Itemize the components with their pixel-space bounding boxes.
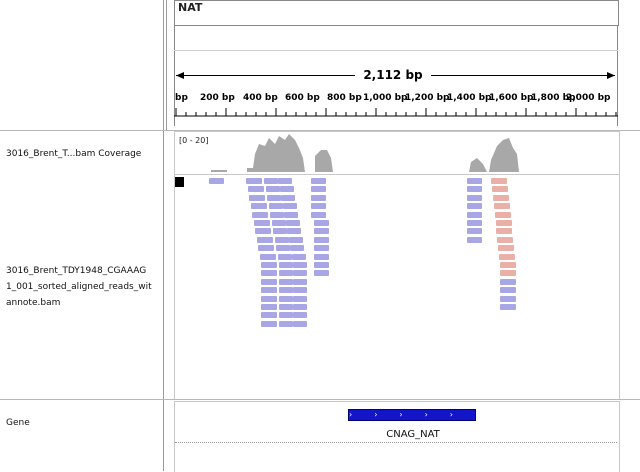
aligned-read[interactable] [314, 237, 329, 243]
aligned-read[interactable] [314, 270, 329, 276]
aligned-read[interactable] [261, 270, 277, 276]
aligned-read[interactable] [249, 195, 265, 201]
aligned-read[interactable] [270, 212, 284, 218]
aligned-read[interactable] [493, 195, 509, 201]
aligned-read[interactable] [251, 203, 267, 209]
aligned-read[interactable] [279, 304, 293, 310]
aligned-read[interactable] [467, 212, 482, 218]
aligned-read[interactable] [311, 203, 326, 209]
aligned-read[interactable] [497, 237, 513, 243]
aligned-read[interactable] [264, 178, 278, 184]
aligned-read[interactable] [279, 262, 293, 268]
aligned-read[interactable] [273, 228, 287, 234]
aligned-read[interactable] [254, 220, 270, 226]
gene-feature-cnag-nat[interactable]: ››››› [348, 409, 476, 421]
aligned-read[interactable] [261, 312, 277, 318]
aligned-read[interactable] [279, 312, 293, 318]
aligned-read[interactable] [293, 304, 307, 310]
aligned-read[interactable] [500, 279, 516, 285]
aligned-read[interactable] [314, 228, 329, 234]
aligned-read[interactable] [287, 228, 301, 234]
aligned-read[interactable] [311, 178, 326, 184]
aligned-read[interactable] [311, 195, 326, 201]
aligned-read[interactable] [248, 186, 264, 192]
aligned-read[interactable] [467, 178, 482, 184]
aligned-read[interactable] [314, 220, 329, 226]
gene-feature-label: CNAG_NAT [386, 429, 440, 440]
aligned-read[interactable] [491, 178, 507, 184]
aligned-read[interactable] [494, 203, 510, 209]
aligned-read[interactable] [286, 220, 300, 226]
aligned-read[interactable] [293, 312, 307, 318]
aligned-read[interactable] [500, 304, 516, 310]
aligned-read[interactable] [255, 228, 271, 234]
aligned-read[interactable] [266, 186, 280, 192]
aligned-read[interactable] [293, 321, 307, 327]
aligned-read[interactable] [496, 228, 512, 234]
aligned-read[interactable] [467, 237, 482, 243]
aligned-read[interactable] [467, 195, 482, 201]
aligned-read[interactable] [314, 254, 329, 260]
aligned-read[interactable] [283, 203, 297, 209]
aligned-read[interactable] [311, 212, 326, 218]
aligned-read[interactable] [260, 254, 276, 260]
aligned-read[interactable] [209, 178, 224, 184]
aligned-read[interactable] [314, 262, 329, 268]
aligned-read[interactable] [279, 321, 293, 327]
aligned-read[interactable] [467, 228, 482, 234]
aligned-read[interactable] [272, 220, 286, 226]
aligned-read[interactable] [278, 178, 292, 184]
aligned-read[interactable] [492, 186, 508, 192]
aligned-read[interactable] [281, 195, 295, 201]
aligned-read[interactable] [467, 220, 482, 226]
aligned-read[interactable] [261, 321, 277, 327]
aligned-read[interactable] [276, 245, 290, 251]
aligned-read[interactable] [293, 270, 307, 276]
aligned-read[interactable] [500, 270, 516, 276]
aligned-read[interactable] [279, 296, 293, 302]
aligned-read[interactable] [246, 178, 262, 184]
aligned-read[interactable] [261, 304, 277, 310]
aligned-read[interactable] [258, 245, 274, 251]
aligned-read[interactable] [278, 254, 292, 260]
aligned-read[interactable] [261, 296, 277, 302]
aligned-read[interactable] [279, 279, 293, 285]
aligned-read[interactable] [280, 186, 294, 192]
aligned-read[interactable] [269, 203, 283, 209]
aligned-read[interactable] [498, 245, 514, 251]
aligned-read[interactable] [275, 237, 289, 243]
aligned-read[interactable] [293, 279, 307, 285]
aligned-read[interactable] [290, 245, 304, 251]
aligned-read[interactable] [289, 237, 303, 243]
aligned-read[interactable] [495, 212, 511, 218]
aligned-read[interactable] [279, 287, 293, 293]
gene-track-expanded-divider [175, 442, 617, 443]
aligned-read[interactable] [292, 254, 306, 260]
aligned-read[interactable] [499, 254, 515, 260]
aligned-read[interactable] [500, 287, 516, 293]
aligned-read[interactable] [261, 287, 277, 293]
aligned-read[interactable] [500, 296, 516, 302]
aligned-read[interactable] [257, 237, 273, 243]
aligned-read[interactable] [467, 203, 482, 209]
aligned-read[interactable] [261, 279, 277, 285]
aligned-read[interactable] [284, 212, 298, 218]
aligned-read[interactable] [252, 212, 268, 218]
aligned-read[interactable] [500, 262, 516, 268]
aligned-read[interactable] [314, 245, 329, 251]
aligned-read[interactable] [267, 195, 281, 201]
aligned-read[interactable] [279, 270, 293, 276]
aligned-read[interactable] [496, 220, 512, 226]
aligned-read[interactable] [293, 287, 307, 293]
aligned-read[interactable] [311, 186, 326, 192]
aligned-read[interactable] [261, 262, 277, 268]
aligned-read[interactable] [293, 296, 307, 302]
aligned-read[interactable] [293, 262, 307, 268]
aligned-read[interactable] [467, 186, 482, 192]
